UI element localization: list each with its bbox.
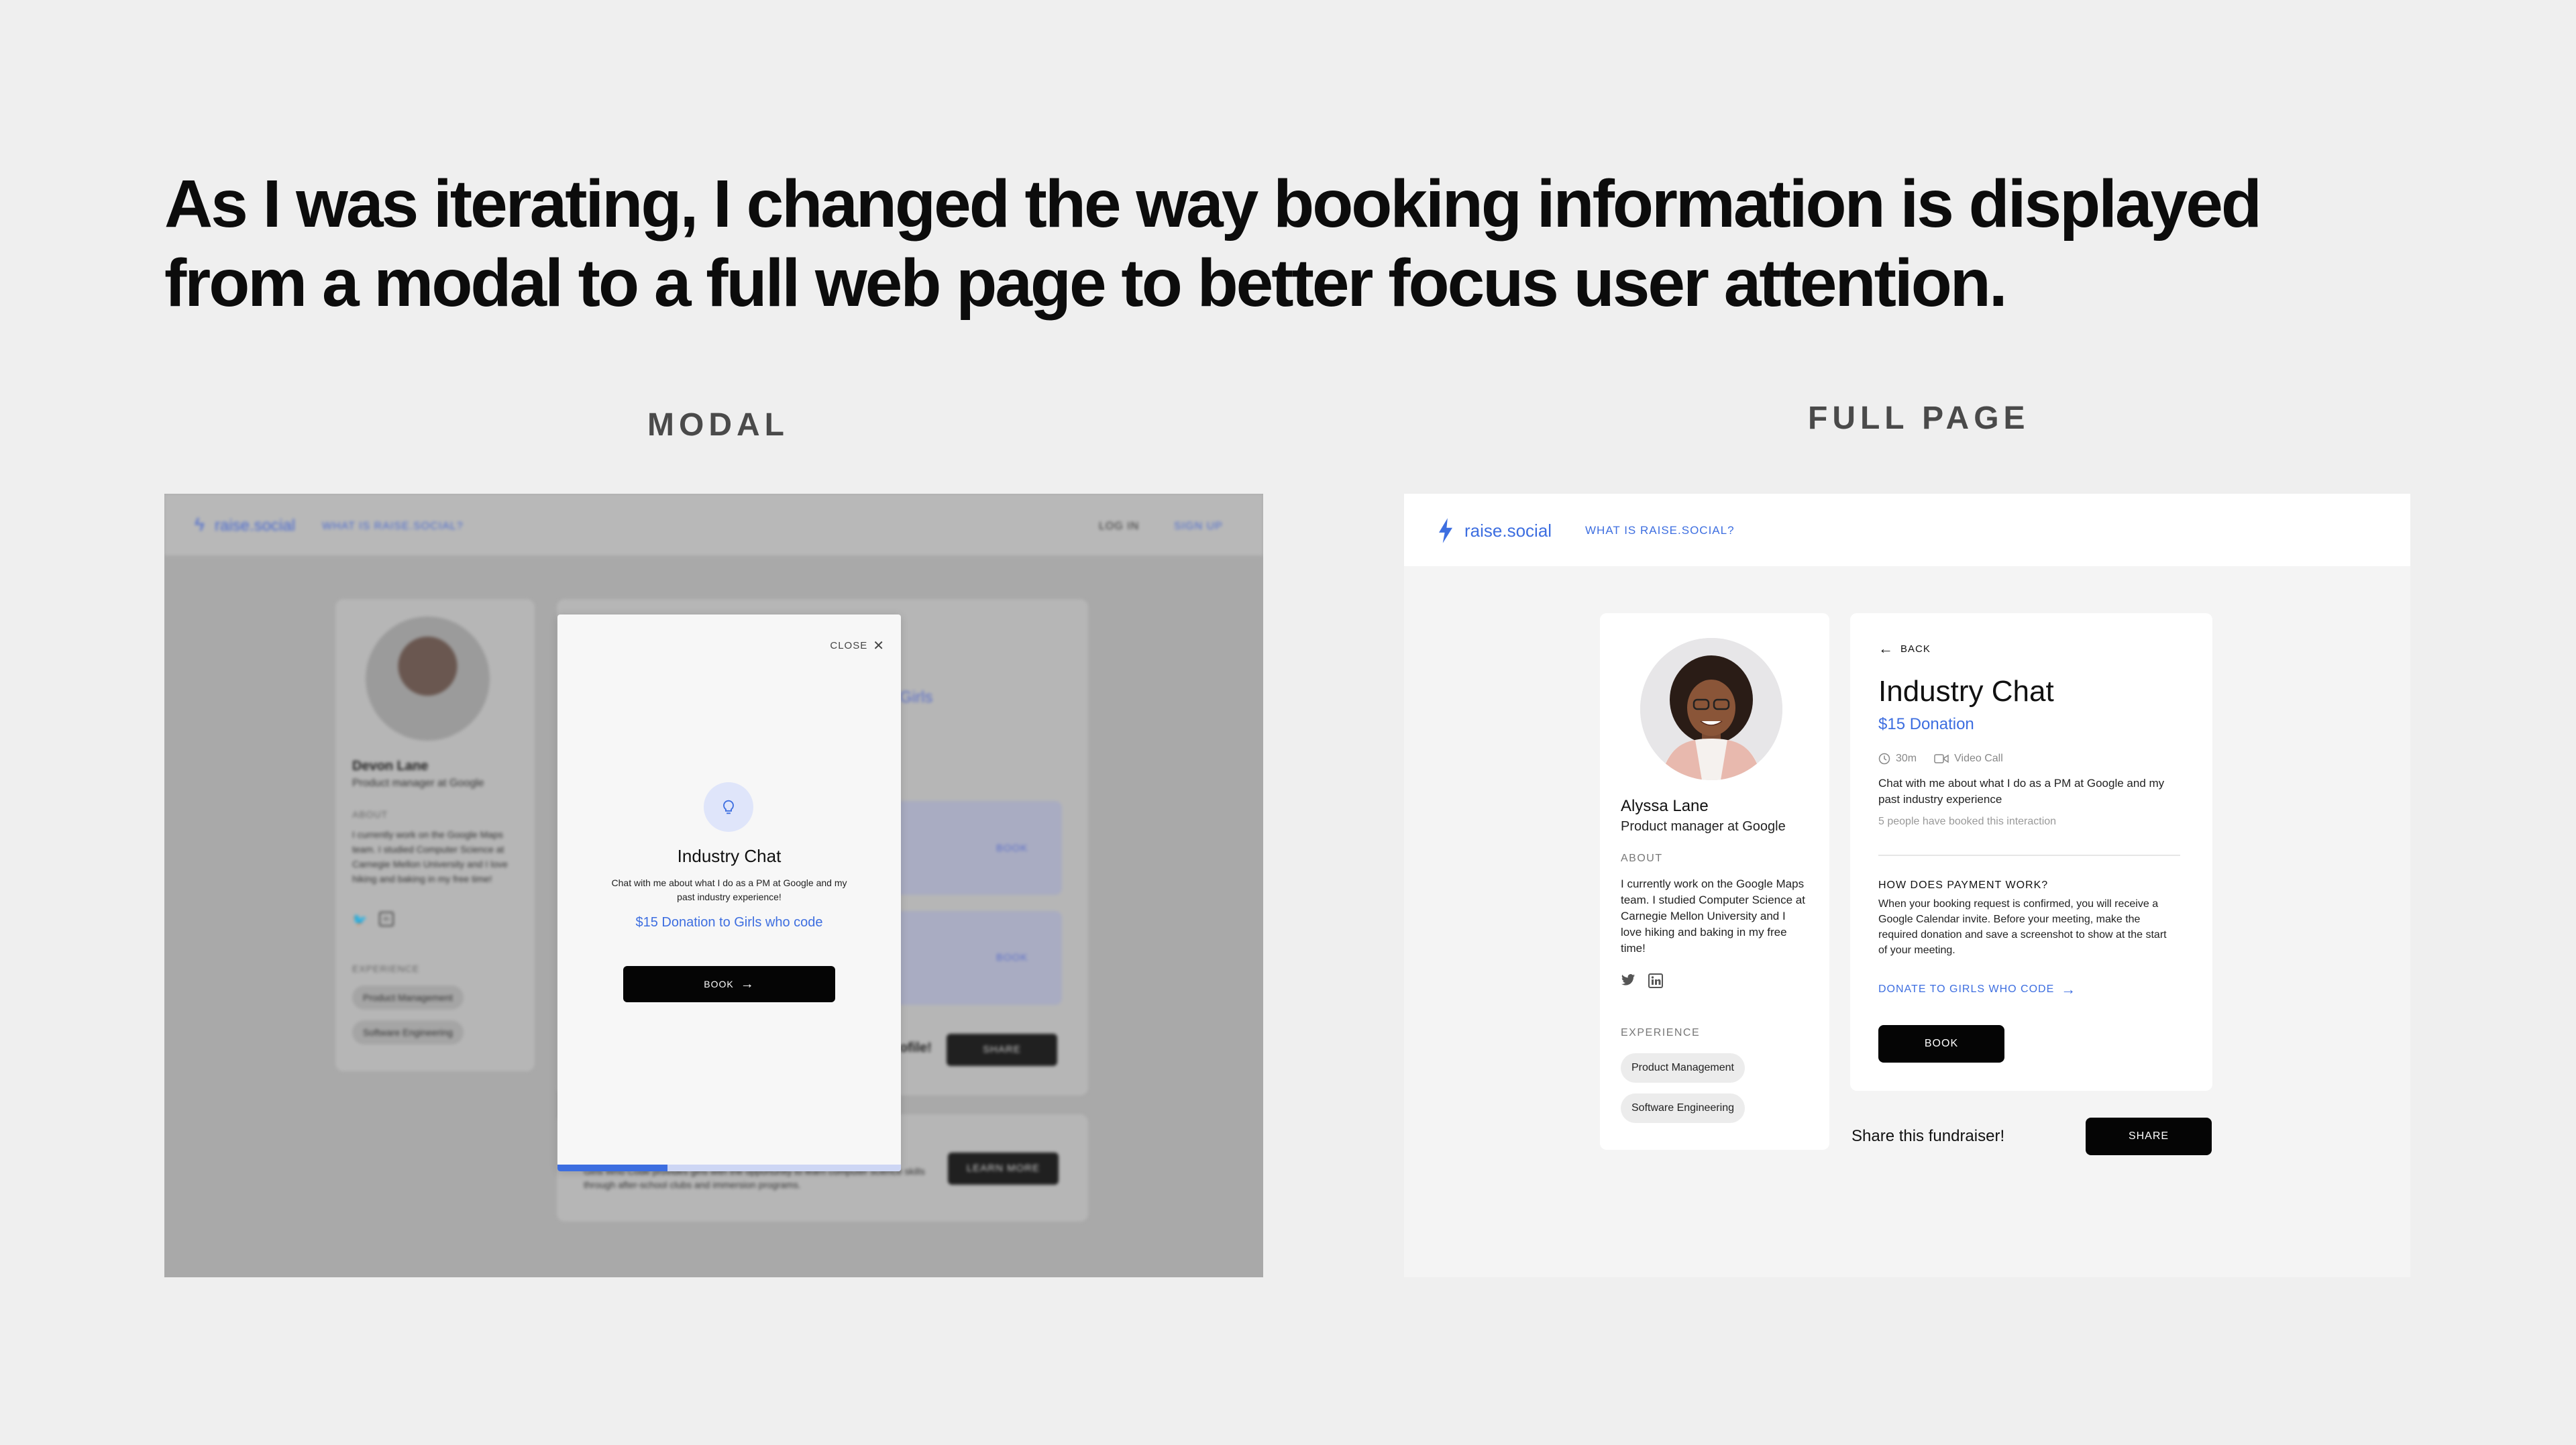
experience-pill: Software Engineering [1621,1093,1745,1123]
girls-fragment: Girls [900,688,933,706]
profile-fragment: ofile! [900,1040,932,1055]
avatar [366,617,490,741]
donate-link[interactable]: DONATE TO GIRLS WHO CODE → [1878,981,2076,998]
video-icon [1934,754,1949,763]
nav-bar: raise.social WHAT IS RAISE.SOCIAL? [1404,494,2410,566]
experience-heading: EXPERIENCE [352,963,420,974]
offering-donation: $15 Donation [1878,715,1974,733]
about-text: I currently work on the Google Maps team… [352,829,508,884]
what-is-link[interactable]: WHAT IS RAISE.SOCIAL? [322,521,464,533]
twitter-icon[interactable]: 🐦 [352,913,367,927]
progress-bar [557,1165,901,1171]
book-button[interactable]: BOOK → [623,966,835,1002]
experience-pill: Product Management [1621,1053,1745,1083]
experience-pill: Software Engineering [352,1020,464,1045]
bolt-icon: ϟ [195,514,205,535]
about-heading: ABOUT [1621,853,1663,864]
profile-role: Product manager at Google [1621,819,1786,834]
modal-label: MODAL [647,407,789,443]
nav-bar: ϟ raise.social WHAT IS RAISE.SOCIAL? LOG… [164,494,1263,555]
share-button[interactable]: SHARE [2086,1118,2212,1155]
close-label: CLOSE [830,640,868,651]
duration: 30m [1896,753,1917,764]
avatar [1640,638,1782,780]
offering-book-link[interactable]: BOOK [996,952,1028,963]
bolt-icon [1439,518,1452,543]
share-button[interactable]: SHARE [947,1034,1057,1066]
clock-icon [1878,753,1890,765]
offering-meta: 30m Video Call [1878,753,2003,765]
arrow-left-icon: ← [1878,640,1894,657]
modal-screenshot: ϟ raise.social WHAT IS RAISE.SOCIAL? LOG… [164,494,1263,1277]
donate-link-label: DONATE TO GIRLS WHO CODE [1878,983,2055,995]
book-button[interactable]: BOOK [1878,1025,2004,1063]
learn-more-button[interactable]: LEARN MORE [948,1153,1059,1185]
offering-title: Industry Chat [1878,675,2054,708]
book-label: BOOK [704,979,734,989]
profile-name: Devon Lane [352,759,429,773]
logo[interactable]: raise.social [1464,521,1552,541]
lightbulb-icon [704,782,753,832]
modal-description: Chat with me about what I do as a PM at … [611,877,847,902]
arrow-right-icon: → [2061,981,2077,998]
about-heading: ABOUT [352,809,388,820]
payment-text: When your booking request is confirmed, … [1878,898,2167,956]
about-text: I currently work on the Google Maps team… [1621,877,1805,955]
linkedin-icon[interactable]: in [379,912,394,926]
login-link[interactable]: LOG IN [1099,521,1139,533]
linkedin-icon[interactable] [1648,973,1663,988]
profile-role: Product manager at Google [352,778,484,789]
full-page-label: FULL PAGE [1808,400,2030,436]
payment-heading: HOW DOES PAYMENT WORK? [1878,879,2049,891]
offering-book-link[interactable]: BOOK [996,843,1028,854]
profile-name: Alyssa Lane [1621,797,1709,815]
back-button[interactable]: ← BACK [1878,640,1931,657]
modal-title: Industry Chat [677,846,782,866]
close-button[interactable]: CLOSE ✕ [830,636,885,653]
divider [1878,855,2180,856]
headline-line-1: As I was iterating, I changed the way bo… [164,166,2262,242]
signup-link[interactable]: SIGN UP [1174,521,1223,533]
offering-description: Chat with me about what I do as a PM at … [1878,777,2165,806]
close-icon: ✕ [873,639,885,653]
booked-count: 5 people have booked this interaction [1878,816,2057,827]
full-page-screenshot: raise.social WHAT IS RAISE.SOCIAL? Alyss… [1404,494,2410,1277]
progress-fill [557,1165,667,1171]
call-type: Video Call [1954,753,2003,764]
share-text: Share this fundraiser! [1851,1127,2005,1145]
experience-pill: Product Management [352,985,464,1010]
what-is-link[interactable]: WHAT IS RAISE.SOCIAL? [1585,524,1735,537]
modal-donation: $15 Donation to Girls who code [635,915,823,930]
headline-line-2: from a modal to a full web page to bette… [164,246,2008,321]
experience-heading: EXPERIENCE [1621,1027,1701,1038]
headline: As I was iterating, I changed the way bo… [164,164,2311,323]
booking-modal: CLOSE ✕ Industry Chat Chat with me about … [557,614,901,1171]
arrow-right-icon: → [740,976,755,992]
back-label: BACK [1900,643,1931,655]
logo[interactable]: raise.social [215,517,295,535]
twitter-icon[interactable] [1621,973,1635,987]
